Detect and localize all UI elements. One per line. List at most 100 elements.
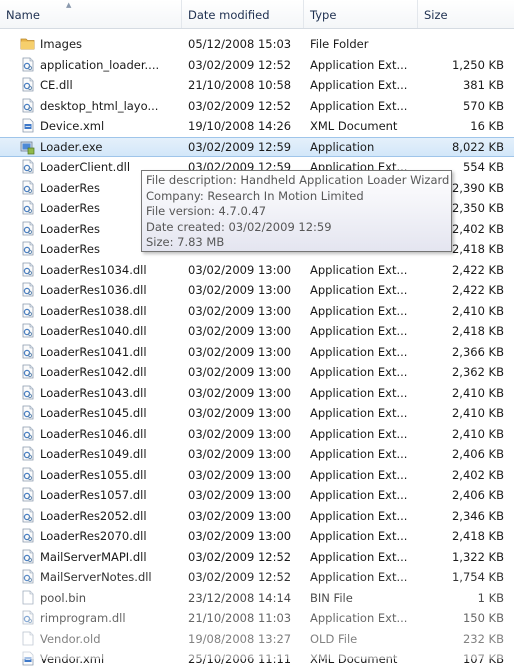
file-type: Application Ext... [310, 406, 408, 420]
dll-icon [20, 200, 35, 215]
file-size: 107 KB [462, 652, 504, 666]
file-row[interactable]: MailServerMAPI.dll 03/02/2009 12:52 Applic… [0, 547, 514, 567]
dll-icon [20, 282, 35, 297]
file-row[interactable]: LoaderRes1034.dll 03/02/2009 13:00 Applica… [0, 260, 514, 280]
dll-icon [20, 364, 35, 379]
column-header-size[interactable]: Size [418, 0, 514, 28]
file-type: File Folder [310, 37, 369, 51]
file-row[interactable]: LoaderRes1045.dll 03/02/2009 13:00 Applica… [0, 403, 514, 423]
file-date-modified: 03/02/2009 13:00 [188, 406, 292, 420]
file-name: LoaderRes1041.dll [40, 344, 147, 359]
file-size: 2,346 KB [451, 508, 504, 523]
file-row[interactable]: LoaderRes1040.dll 03/02/2009 13:00 Applica… [0, 321, 514, 341]
file-row[interactable]: Vendor.xml 25/10/2006 11:11 XML Document 10… [0, 649, 514, 669]
file-date-modified: 03/02/2009 13:00 [188, 426, 292, 441]
file-row[interactable]: Vendor.old 19/08/2008 13:27 OLD File 232 KB [0, 629, 514, 649]
column-header-type-label: Type [310, 8, 337, 22]
dll-icon [20, 487, 35, 502]
file-type: BIN File [310, 590, 353, 605]
file-size: 2,402 KB [451, 467, 504, 482]
file-date-modified: 03/02/2009 12:52 [188, 57, 292, 72]
file-date-modified: 03/02/2009 12:52 [188, 570, 292, 584]
file-type: Application [310, 139, 375, 154]
file-date-modified: 03/02/2009 13:00 [188, 283, 292, 297]
file-size: 2,422 KB [451, 283, 504, 297]
column-header-name[interactable]: ▲ Name [0, 0, 182, 28]
file-row-selected[interactable]: Loader.exe 03/02/2009 12:59 Application 8,0… [0, 136, 514, 157]
file-name: MailServerMAPI.dll [40, 549, 147, 564]
file-date-modified: 03/02/2009 13:00 [188, 344, 292, 359]
file-row[interactable]: CE.dll 21/10/2008 10:58 Application Ext...… [0, 75, 514, 95]
file-date-modified: 03/02/2009 13:00 [188, 385, 292, 400]
dll-icon [20, 528, 35, 543]
file-row[interactable]: pool.bin 23/12/2008 14:14 BIN File 1 KB [0, 588, 514, 608]
file-name: Vendor.old [40, 631, 101, 646]
file-name: Device.xml [40, 119, 105, 133]
tooltip-created: Date created: 03/02/2009 12:59 [146, 219, 332, 234]
file-name: LoaderRes1042.dll [40, 365, 147, 379]
file-row[interactable]: desktop_html_layo... 03/02/2009 12:52 Appl… [0, 96, 514, 116]
file-name: application_loader.... [40, 57, 160, 72]
file-name: LoaderRes1043.dll [40, 385, 147, 400]
file-row[interactable]: LoaderRes1046.dll 03/02/2009 13:00 Applica… [0, 424, 514, 444]
file-row[interactable]: application_loader.... 03/02/2009 12:52 Ap… [0, 55, 514, 75]
file-size: 8,022 KB [451, 139, 504, 154]
column-header-type[interactable]: Type [304, 0, 418, 28]
file-name: LoaderRes2052.dll [40, 508, 147, 523]
file-size: 2,406 KB [451, 488, 504, 502]
tooltip-description: File description: Handheld Application L… [146, 173, 450, 187]
file-row[interactable]: LoaderRes1049.dll 03/02/2009 13:00 Applica… [0, 444, 514, 464]
file-size: 2,418 KB [451, 529, 504, 543]
file-row[interactable]: LoaderRes1041.dll 03/02/2009 13:00 Applica… [0, 342, 514, 362]
file-name: Loader.exe [40, 139, 103, 154]
file-row[interactable]: LoaderRes1043.dll 03/02/2009 13:00 Applica… [0, 383, 514, 403]
column-header-date[interactable]: Date modified [182, 0, 304, 28]
file-name: LoaderRes1036.dll [40, 283, 147, 297]
file-type: Application Ext... [310, 488, 408, 502]
file-type: Application Ext... [310, 385, 408, 400]
file-type: Application Ext... [310, 283, 408, 297]
file-date-modified: 03/02/2009 13:00 [188, 324, 292, 338]
file-name: LoaderRes1034.dll [40, 262, 147, 277]
file-row[interactable]: LoaderRes1036.dll 03/02/2009 13:00 Applica… [0, 280, 514, 300]
file-row[interactable]: Device.xml 19/10/2008 14:26 XML Document 16… [0, 116, 514, 136]
tooltip-company: Company: Research In Motion Limited [146, 188, 364, 203]
dll-icon [20, 221, 35, 236]
file-type: XML Document [310, 652, 398, 666]
file-date-modified: 03/02/2009 13:00 [188, 467, 292, 482]
file-type: Application Ext... [310, 262, 408, 277]
file-date-modified: 03/02/2009 13:00 [188, 262, 292, 277]
dll-icon [20, 405, 35, 420]
file-size: 2,410 KB [451, 406, 504, 420]
file-row[interactable]: MailServerNotes.dll 03/02/2009 12:52 Appli… [0, 567, 514, 587]
file-type: Application Ext... [310, 570, 408, 584]
file-type: Application Ext... [310, 467, 408, 482]
file-name: MailServerNotes.dll [40, 570, 152, 584]
file-size: 1,250 KB [451, 57, 504, 72]
file-row[interactable]: LoaderRes1057.dll 03/02/2009 13:00 Applica… [0, 485, 514, 505]
dll-icon [20, 98, 35, 113]
file-type: Application Ext... [310, 611, 408, 625]
dll-icon [20, 303, 35, 318]
file-date-modified: 23/12/2008 14:14 [188, 590, 292, 605]
file-row[interactable]: LoaderRes2052.dll 03/02/2009 13:00 Applica… [0, 506, 514, 526]
file-type: Application Ext... [310, 549, 408, 564]
dll-icon [20, 549, 35, 564]
dll-icon [20, 180, 35, 195]
dll-icon [20, 446, 35, 461]
file-type: Application Ext... [310, 98, 408, 113]
file-date-modified: 03/02/2009 13:00 [188, 529, 292, 543]
file-row[interactable]: Images 05/12/2008 15:03 File Folder [0, 34, 514, 54]
file-row[interactable]: LoaderRes1038.dll 03/02/2009 13:00 Applica… [0, 301, 514, 321]
file-row[interactable]: LoaderRes2070.dll 03/02/2009 13:00 Applica… [0, 526, 514, 546]
file-row[interactable]: rimprogram.dll 21/10/2008 11:03 Applicatio… [0, 608, 514, 628]
file-row[interactable]: LoaderRes1042.dll 03/02/2009 13:00 Applica… [0, 362, 514, 382]
file-name: pool.bin [40, 590, 87, 605]
file-row[interactable]: LoaderRes1055.dll 03/02/2009 13:00 Applica… [0, 465, 514, 485]
dll-icon [20, 77, 35, 92]
file-type: Application Ext... [310, 426, 408, 441]
file-name: LoaderRes1038.dll [40, 303, 147, 318]
file-size: 2,410 KB [451, 303, 504, 318]
dll-icon [20, 508, 35, 523]
file-size: 2,366 KB [451, 344, 504, 359]
